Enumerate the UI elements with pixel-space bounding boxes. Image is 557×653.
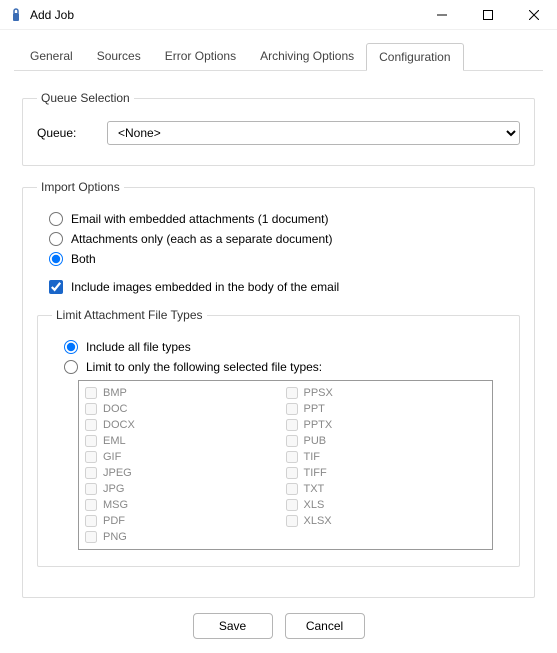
label-bmp: BMP: [103, 387, 127, 399]
checkbox-msg[interactable]: [85, 499, 97, 511]
tab-error-options[interactable]: Error Options: [153, 43, 248, 71]
tab-configuration[interactable]: Configuration: [366, 43, 463, 71]
checkbox-include-images-label: Include images embedded in the body of t…: [71, 280, 339, 294]
checkbox-include-images[interactable]: [49, 280, 63, 294]
label-txt: TXT: [304, 483, 325, 495]
app-icon: [8, 7, 24, 23]
checkbox-jpg[interactable]: [85, 483, 97, 495]
content-area: Queue Selection Queue: <None> Import Opt…: [0, 71, 557, 622]
radio-both-label: Both: [71, 252, 96, 266]
checkbox-eml[interactable]: [85, 435, 97, 447]
import-legend: Import Options: [37, 180, 124, 194]
file-types-list: BMP DOC DOCX EML GIF JPEG JPG MSG PDF PN…: [78, 380, 493, 550]
label-tif: TIF: [304, 451, 321, 463]
footer: Save Cancel: [0, 613, 557, 639]
cancel-button[interactable]: Cancel: [285, 613, 365, 639]
tab-archiving-options[interactable]: Archiving Options: [248, 43, 366, 71]
queue-selection-group: Queue Selection Queue: <None>: [22, 91, 535, 166]
checkbox-xls[interactable]: [286, 499, 298, 511]
queue-label: Queue:: [37, 126, 97, 140]
label-jpg: JPG: [103, 483, 124, 495]
label-xlsx: XLSX: [304, 515, 332, 527]
queue-legend: Queue Selection: [37, 91, 134, 105]
checkbox-doc[interactable]: [85, 403, 97, 415]
label-msg: MSG: [103, 499, 128, 511]
checkbox-gif[interactable]: [85, 451, 97, 463]
label-tiff: TIFF: [304, 467, 327, 479]
label-pdf: PDF: [103, 515, 125, 527]
label-ppsx: PPSX: [304, 387, 333, 399]
label-png: PNG: [103, 531, 127, 543]
checkbox-docx[interactable]: [85, 419, 97, 431]
window-title: Add Job: [30, 8, 74, 22]
radio-both[interactable]: [49, 252, 63, 266]
limit-legend: Limit Attachment File Types: [52, 308, 207, 322]
checkbox-xlsx[interactable]: [286, 515, 298, 527]
import-options-group: Import Options Email with embedded attac…: [22, 180, 535, 598]
radio-email-embedded[interactable]: [49, 212, 63, 226]
close-button[interactable]: [511, 0, 557, 30]
checkbox-jpeg[interactable]: [85, 467, 97, 479]
label-docx: DOCX: [103, 419, 135, 431]
label-pptx: PPTX: [304, 419, 333, 431]
tab-sources[interactable]: Sources: [85, 43, 153, 71]
checkbox-ppsx[interactable]: [286, 387, 298, 399]
radio-attachments-only[interactable]: [49, 232, 63, 246]
label-xls: XLS: [304, 499, 325, 511]
checkbox-ppt[interactable]: [286, 403, 298, 415]
radio-include-all[interactable]: [64, 340, 78, 354]
tab-general[interactable]: General: [18, 43, 85, 71]
checkbox-tiff[interactable]: [286, 467, 298, 479]
checkbox-pptx[interactable]: [286, 419, 298, 431]
checkbox-tif[interactable]: [286, 451, 298, 463]
save-button[interactable]: Save: [193, 613, 273, 639]
checkbox-png[interactable]: [85, 531, 97, 543]
checkbox-pub[interactable]: [286, 435, 298, 447]
checkbox-txt[interactable]: [286, 483, 298, 495]
tab-bar: General Sources Error Options Archiving …: [14, 42, 543, 71]
checkbox-pdf[interactable]: [85, 515, 97, 527]
checkbox-bmp[interactable]: [85, 387, 97, 399]
label-jpeg: JPEG: [103, 467, 132, 479]
maximize-button[interactable]: [465, 0, 511, 30]
radio-email-embedded-label: Email with embedded attachments (1 docum…: [71, 212, 328, 226]
minimize-button[interactable]: [419, 0, 465, 30]
queue-select[interactable]: <None>: [107, 121, 520, 145]
titlebar: Add Job: [0, 0, 557, 30]
label-gif: GIF: [103, 451, 121, 463]
label-pub: PUB: [304, 435, 327, 447]
label-ppt: PPT: [304, 403, 325, 415]
radio-limit-selected[interactable]: [64, 360, 78, 374]
label-doc: DOC: [103, 403, 127, 415]
radio-include-all-label: Include all file types: [86, 340, 191, 354]
limit-file-types-group: Limit Attachment File Types Include all …: [37, 308, 520, 567]
radio-limit-selected-label: Limit to only the following selected fil…: [86, 360, 322, 374]
radio-attachments-only-label: Attachments only (each as a separate doc…: [71, 232, 332, 246]
label-eml: EML: [103, 435, 126, 447]
